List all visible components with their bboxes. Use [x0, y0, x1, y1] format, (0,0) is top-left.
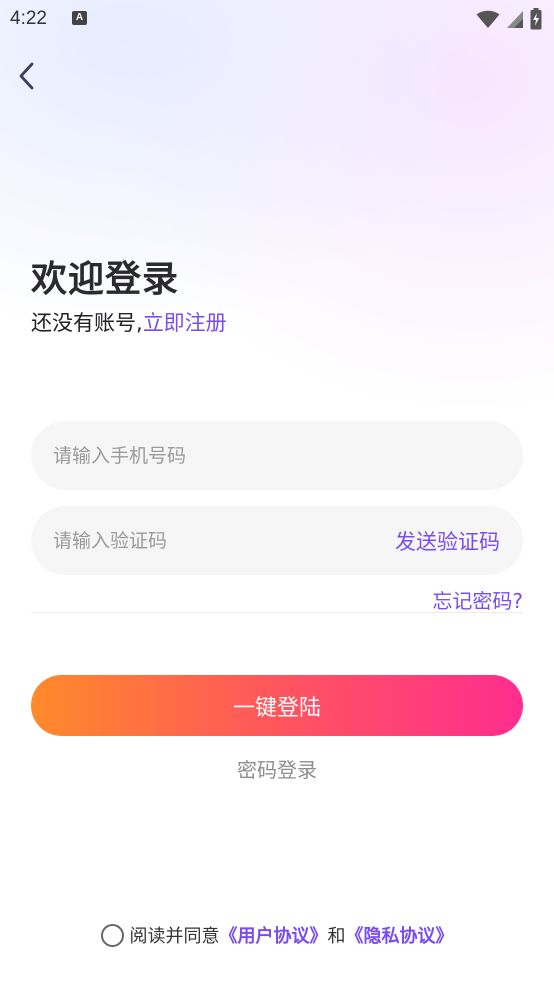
status-bar: 4:22 A	[0, 0, 554, 38]
wifi-icon	[476, 10, 500, 28]
agreement-prefix: 阅读并同意	[129, 926, 220, 947]
divider	[31, 612, 523, 613]
agreement-row: 阅读并同意 《用户协议》 和 《隐私协议》	[0, 922, 554, 948]
chevron-left-icon	[19, 62, 34, 90]
forgot-password-link[interactable]: 忘记密码?	[432, 585, 523, 614]
send-code-button[interactable]: 发送验证码	[395, 526, 500, 556]
phone-input[interactable]	[51, 443, 503, 468]
signal-icon	[507, 11, 523, 28]
one-click-login-button[interactable]: 一键登陆	[31, 675, 523, 736]
password-login-link[interactable]: 密码登录	[0, 754, 554, 783]
privacy-policy-link[interactable]: 《隐私协议》	[346, 922, 454, 948]
battery-charging-icon	[530, 8, 542, 30]
agree-checkbox[interactable]	[100, 923, 124, 947]
page-title: 欢迎登录	[31, 259, 180, 300]
user-agreement-link[interactable]: 《用户协议》	[220, 922, 328, 948]
no-account-text: 还没有账号,	[31, 311, 143, 335]
back-button[interactable]	[8, 56, 44, 96]
agreement-and: 和	[327, 926, 346, 947]
code-input[interactable]	[51, 528, 395, 553]
code-field[interactable]: 发送验证码	[31, 506, 523, 575]
notification-icon: A	[72, 11, 87, 25]
phone-field[interactable]	[31, 421, 523, 490]
status-icons	[476, 7, 542, 31]
status-time: 4:22	[10, 8, 47, 29]
register-link[interactable]: 立即注册	[143, 311, 227, 335]
register-prompt: 还没有账号,立即注册	[31, 307, 227, 337]
